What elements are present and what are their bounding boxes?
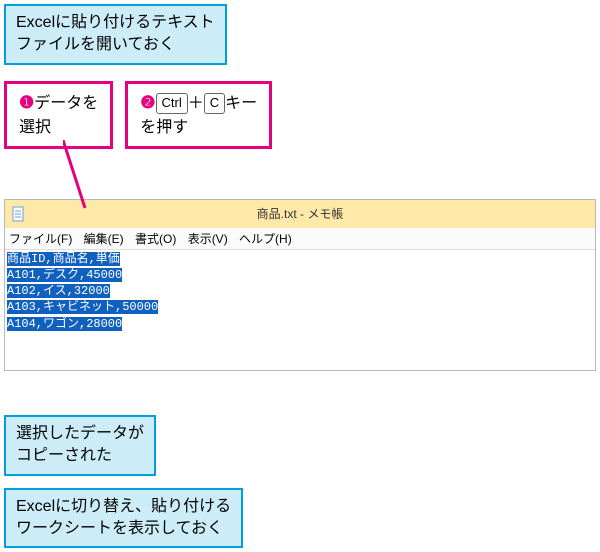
step1-text1: データを — [34, 95, 98, 112]
step1-text2: 選択 — [19, 119, 51, 136]
notepad-window: 商品.txt - メモ帳 ファイル(F) 編集(E) 書式(O) 表示(V) ヘ… — [4, 199, 596, 371]
plus-sign: ＋ — [188, 95, 204, 112]
selected-line: 商品ID,商品名,単価 — [7, 252, 120, 266]
callout-data-copied: 選択したデータが コピーされた — [4, 415, 156, 476]
menu-edit[interactable]: 編集(E) — [84, 230, 124, 247]
ctrl-key: Ctrl — [156, 93, 188, 113]
menubar: ファイル(F) 編集(E) 書式(O) 表示(V) ヘルプ(H) — [5, 228, 595, 250]
selected-line: A103,キャビネット,50000 — [7, 300, 158, 314]
step2-callout: ❷Ctrl＋Cキー を押す — [125, 81, 272, 149]
callout-bottom-line2: ワークシートを表示しておく — [16, 520, 223, 537]
step2-number: ❷ — [140, 93, 155, 112]
callout-open-textfile: Excelに貼り付けるテキスト ファイルを開いておく — [4, 4, 227, 65]
step2-line2: を押す — [140, 119, 188, 136]
callout-mid-line2: コピーされた — [16, 447, 112, 464]
callout-line2: ファイルを開いておく — [16, 36, 175, 53]
callout-switch-excel: Excelに切り替え、貼り付ける ワークシートを表示しておく — [4, 488, 243, 549]
text-editor-area[interactable]: 商品ID,商品名,単価 A101,デスク,45000 A102,イス,32000… — [5, 250, 595, 370]
step2-rest1: キー — [225, 95, 257, 112]
step1-callout: ❶データを 選択 — [4, 81, 113, 149]
selected-line: A104,ワゴン,28000 — [7, 317, 122, 331]
callout-line1: Excelに貼り付けるテキスト — [16, 14, 215, 31]
step1-number: ❶ — [19, 93, 34, 112]
c-key: C — [204, 93, 225, 113]
callout-bottom-line1: Excelに切り替え、貼り付ける — [16, 498, 231, 515]
callout-mid-line1: 選択したデータが — [16, 425, 144, 442]
menu-help[interactable]: ヘルプ(H) — [239, 230, 292, 247]
pointer-line-icon — [63, 140, 123, 220]
menu-view[interactable]: 表示(V) — [188, 230, 228, 247]
menu-file[interactable]: ファイル(F) — [9, 230, 72, 247]
menu-format[interactable]: 書式(O) — [135, 230, 176, 247]
step-callouts-row: ❶データを 選択 ❷Ctrl＋Cキー を押す — [4, 81, 596, 149]
selected-line: A101,デスク,45000 — [7, 268, 122, 282]
selected-line: A102,イス,32000 — [7, 284, 110, 298]
